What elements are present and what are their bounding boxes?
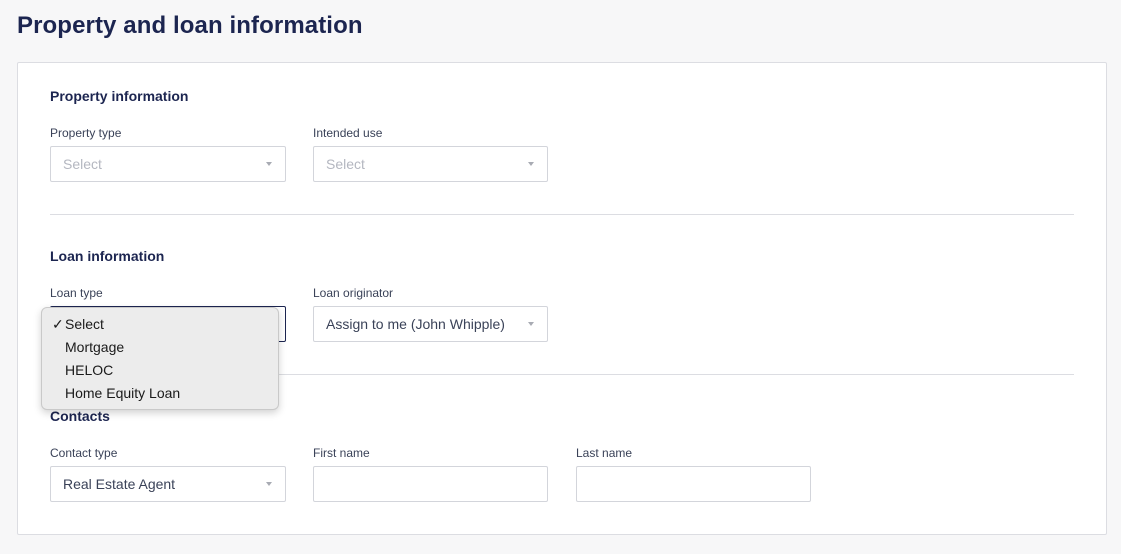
property-section-title: Property information — [50, 88, 189, 104]
contact-type-label: Contact type — [50, 446, 118, 460]
dropdown-option-home-equity-loan[interactable]: Home Equity Loan — [42, 382, 278, 405]
property-type-value: Select — [63, 156, 102, 172]
page-title: Property and loan information — [17, 12, 363, 39]
chevron-down-icon — [266, 482, 272, 486]
form-card: Property information Property type Selec… — [17, 62, 1107, 535]
loan-originator-value: Assign to me (John Whipple) — [326, 316, 505, 332]
chevron-down-icon — [528, 322, 534, 326]
loan-type-dropdown-menu: ✓ Select Mortgage HELOC Home Equity Loan — [41, 307, 279, 410]
section-divider — [50, 214, 1074, 215]
contact-type-value: Real Estate Agent — [63, 476, 176, 492]
contact-type-select[interactable]: Real Estate Agent — [50, 466, 286, 502]
chevron-down-icon — [266, 162, 272, 166]
first-name-label: First name — [313, 446, 370, 460]
loan-section-title: Loan information — [50, 248, 165, 264]
chevron-down-icon — [528, 162, 534, 166]
contacts-section-title: Contacts — [50, 408, 110, 424]
property-type-select[interactable]: Select — [50, 146, 286, 182]
intended-use-select[interactable]: Select — [313, 146, 548, 182]
loan-originator-select[interactable]: Assign to me (John Whipple) — [313, 306, 548, 342]
property-type-label: Property type — [50, 126, 122, 140]
loan-type-label: Loan type — [50, 286, 103, 300]
dropdown-option-label: HELOC — [65, 362, 114, 378]
dropdown-option-label: Mortgage — [65, 339, 125, 355]
last-name-input[interactable] — [576, 466, 811, 502]
loan-originator-label: Loan originator — [313, 286, 394, 300]
last-name-label: Last name — [576, 446, 633, 460]
dropdown-option-mortgage[interactable]: Mortgage — [42, 336, 278, 359]
dropdown-option-select[interactable]: ✓ Select — [42, 313, 278, 336]
dropdown-option-heloc[interactable]: HELOC — [42, 359, 278, 382]
intended-use-label: Intended use — [313, 126, 383, 140]
dropdown-option-label: Select — [65, 316, 104, 332]
checkmark-icon: ✓ — [52, 316, 64, 332]
dropdown-option-label: Home Equity Loan — [65, 385, 181, 401]
intended-use-value: Select — [326, 156, 365, 172]
first-name-input[interactable] — [313, 466, 548, 502]
